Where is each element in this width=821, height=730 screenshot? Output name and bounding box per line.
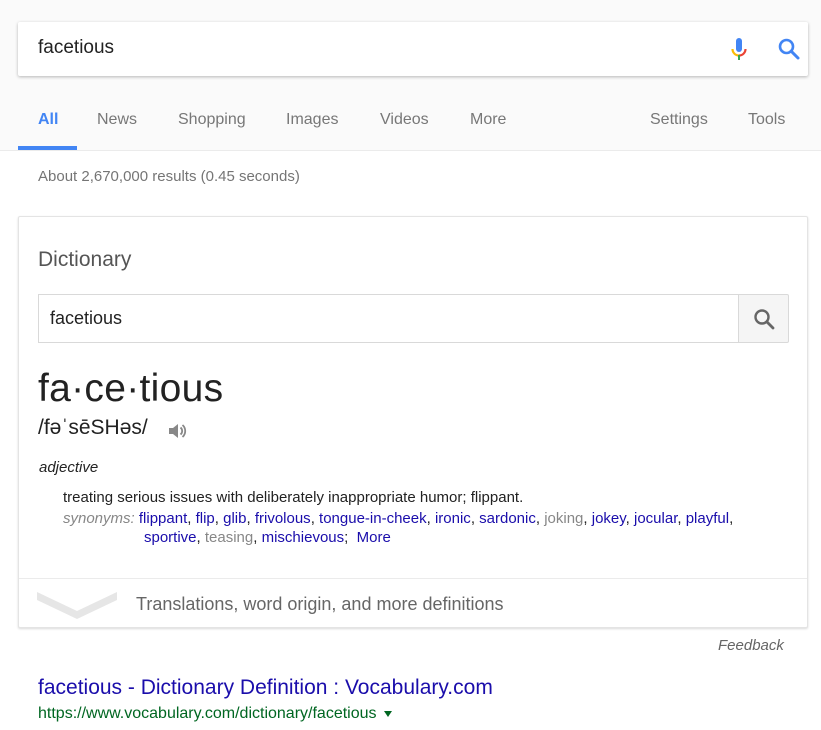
more-definitions-expander[interactable]: Translations, word origin, and more defi… <box>19 578 807 628</box>
synonym[interactable]: frivolous <box>255 510 311 527</box>
header-area: facetious All News Shopping Images Video… <box>0 0 821 151</box>
synonym[interactable]: glib <box>223 510 246 527</box>
synonym[interactable]: sardonic <box>479 510 536 527</box>
tab-tools[interactable]: Tools <box>748 111 785 129</box>
result-url: https://www.vocabulary.com/dictionary/fa… <box>38 705 392 723</box>
dropdown-arrow-icon[interactable] <box>383 710 392 717</box>
more-definitions-label: Translations, word origin, and more defi… <box>136 594 504 614</box>
synonym[interactable]: sportive <box>144 529 197 546</box>
headword: fa·ce·tious <box>38 367 224 410</box>
synonym: teasing <box>204 529 254 546</box>
tab-shopping[interactable]: Shopping <box>178 111 246 129</box>
tab-videos[interactable]: Videos <box>380 111 429 129</box>
tab-settings[interactable]: Settings <box>650 111 708 129</box>
chevron-down-icon <box>37 592 117 619</box>
tab-news[interactable]: News <box>97 111 137 129</box>
result-url-text: https://www.vocabulary.com/dictionary/fa… <box>38 705 377 722</box>
dictionary-title: Dictionary <box>38 248 132 271</box>
synonym[interactable]: tongue-in-cheek <box>319 510 427 527</box>
tab-more[interactable]: More <box>470 111 506 129</box>
synonym: joking <box>544 510 584 527</box>
search-tabs: All News Shopping Images Videos More Set… <box>0 100 821 151</box>
synonym[interactable]: playful <box>686 510 729 527</box>
part-of-speech: adjective <box>39 459 99 476</box>
search-icon <box>754 309 775 330</box>
synonyms: synonyms: flippant, flip, glib, frivolou… <box>63 510 734 546</box>
dictionary-search-button[interactable] <box>738 294 789 343</box>
tab-all[interactable]: All <box>38 111 58 129</box>
microphone-icon[interactable] <box>724 34 754 64</box>
result-title-link[interactable]: facetious - Dictionary Definition : Voca… <box>38 676 493 700</box>
synonym[interactable]: ironic <box>435 510 471 527</box>
synonym[interactable]: jokey <box>592 510 626 527</box>
definition: treating serious issues with deliberatel… <box>63 489 524 506</box>
phonetic: /fəˈsēSHəs/ <box>38 416 148 439</box>
speaker-icon[interactable] <box>166 420 188 442</box>
active-tab-indicator <box>18 146 77 150</box>
feedback-link[interactable]: Feedback <box>718 637 784 654</box>
synonym[interactable]: flippant <box>139 510 187 527</box>
synonym[interactable]: flip <box>196 510 215 527</box>
tab-images[interactable]: Images <box>286 111 338 129</box>
search-box[interactable]: facetious <box>18 22 808 76</box>
synonym[interactable]: mischievous <box>262 529 345 546</box>
search-input[interactable]: facetious <box>38 37 114 59</box>
synonyms-label: synonyms: <box>63 510 135 527</box>
result-stats: About 2,670,000 results (0.45 seconds) <box>38 168 300 185</box>
dictionary-search-input[interactable]: facetious <box>38 294 738 343</box>
synonyms-more-link[interactable]: More <box>357 529 391 546</box>
synonym[interactable]: jocular <box>634 510 677 527</box>
search-icon[interactable] <box>774 34 804 64</box>
dictionary-card: Dictionary facetious fa·ce·tious /fəˈsēS… <box>18 216 808 628</box>
